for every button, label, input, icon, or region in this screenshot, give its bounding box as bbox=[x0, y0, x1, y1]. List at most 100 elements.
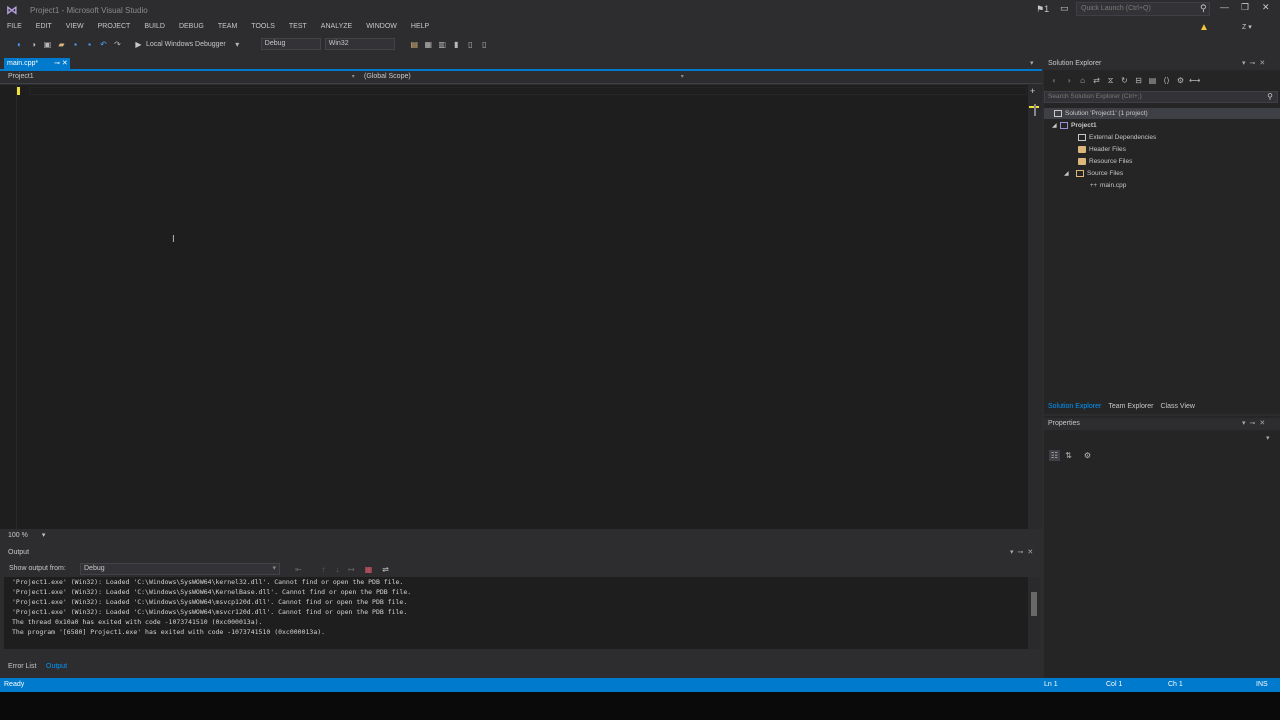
next-bookmark-icon[interactable]: ▯ bbox=[479, 39, 490, 50]
property-pages-icon[interactable]: ⚙ bbox=[1082, 450, 1093, 461]
sync-icon[interactable]: ⇄ bbox=[1091, 75, 1102, 86]
output-source-select[interactable]: Debug ▾ bbox=[80, 563, 280, 575]
close-tab-icon[interactable]: ✕ bbox=[62, 60, 68, 67]
save-icon[interactable]: ▪ bbox=[70, 39, 81, 50]
preview-icon[interactable]: ⟷ bbox=[1189, 75, 1200, 86]
menu-project[interactable]: PROJECT bbox=[98, 21, 131, 33]
home-icon[interactable]: ⌂ bbox=[1077, 75, 1088, 86]
tree-item-header-files[interactable]: Header Files bbox=[1078, 144, 1126, 156]
forward-icon[interactable]: ◑ bbox=[1063, 75, 1074, 86]
close-button[interactable]: ✕ bbox=[1262, 2, 1270, 13]
menu-view[interactable]: VIEW bbox=[66, 21, 84, 33]
object-select-dropdown-icon[interactable]: ▾ bbox=[1266, 434, 1270, 442]
menu-analyze[interactable]: ANALYZE bbox=[321, 21, 352, 33]
warning-icon[interactable]: ▲ bbox=[1199, 22, 1209, 33]
prev-bookmark-icon[interactable]: ▯ bbox=[465, 39, 476, 50]
panel-pin-icon[interactable]: ⊸ bbox=[1250, 59, 1256, 67]
tree-item-main-cpp[interactable]: ++ main.cpp bbox=[1090, 180, 1126, 192]
tree-item-project[interactable]: ◢ Project1 bbox=[1052, 120, 1097, 132]
project-scope-dropdown[interactable]: Project1 ▾ bbox=[8, 73, 355, 80]
expand-arrow-icon[interactable]: ◢ bbox=[1064, 168, 1072, 180]
code-editor[interactable] bbox=[0, 85, 1028, 529]
split-window-icon[interactable]: + bbox=[1030, 86, 1035, 96]
goto-message-icon[interactable]: ↦ bbox=[346, 564, 357, 575]
back-navigation-icon[interactable]: ◐ bbox=[14, 39, 25, 50]
search-icon[interactable]: ⚲ bbox=[1200, 3, 1207, 14]
panel-pin-icon[interactable]: ⊸ bbox=[1018, 548, 1024, 556]
open-file-icon[interactable]: ▰ bbox=[56, 39, 67, 50]
global-scope-dropdown[interactable]: (Global Scope) ▾ bbox=[364, 73, 684, 80]
panel-close-icon[interactable]: ✕ bbox=[1259, 59, 1265, 67]
alphabetical-icon[interactable]: ⇅ bbox=[1063, 450, 1074, 461]
menu-edit[interactable]: EDIT bbox=[36, 21, 52, 33]
view-code-icon[interactable]: ⟨⟩ bbox=[1161, 75, 1172, 86]
restore-button[interactable]: ❐ bbox=[1241, 2, 1249, 13]
save-all-icon[interactable]: ▪ bbox=[84, 39, 95, 50]
editor-vertical-scrollbar[interactable] bbox=[1028, 85, 1042, 529]
forward-navigation-icon[interactable]: ◑ bbox=[28, 39, 39, 50]
tree-item-resource-files[interactable]: Resource Files bbox=[1078, 156, 1132, 168]
menu-window[interactable]: WINDOW bbox=[366, 21, 397, 33]
tab-error-list[interactable]: Error List bbox=[8, 663, 36, 670]
comment-icon[interactable]: ▥ bbox=[437, 39, 448, 50]
panel-dropdown-icon[interactable]: ▾ bbox=[1242, 59, 1246, 67]
menu-help[interactable]: HELP bbox=[411, 21, 429, 33]
expand-arrow-icon[interactable]: ◢ bbox=[1052, 120, 1060, 132]
start-debugging-icon[interactable]: ▶ bbox=[133, 39, 144, 50]
tree-item-solution[interactable]: Solution 'Project1' (1 project) bbox=[1054, 108, 1148, 120]
tab-list-dropdown-icon[interactable]: ▾ bbox=[1030, 59, 1034, 67]
menu-file[interactable]: FILE bbox=[7, 21, 22, 33]
output-text-area[interactable]: 'Project1.exe' (Win32): Loaded 'C:\Windo… bbox=[4, 577, 1028, 649]
menu-test[interactable]: TEST bbox=[289, 21, 307, 33]
tab-output[interactable]: Output bbox=[46, 663, 67, 670]
search-icon[interactable]: ⚲ bbox=[1267, 92, 1273, 102]
show-all-files-icon[interactable]: ▤ bbox=[1147, 75, 1158, 86]
tree-item-external-dependencies[interactable]: External Dependencies bbox=[1078, 132, 1156, 144]
word-wrap-icon[interactable]: ⇌ bbox=[380, 564, 391, 575]
platform-select[interactable]: Win32 bbox=[324, 38, 395, 50]
new-project-icon[interactable]: ▣ bbox=[42, 39, 53, 50]
tree-item-source-files[interactable]: ◢ Source Files bbox=[1064, 168, 1123, 180]
configuration-select[interactable]: Debug bbox=[260, 38, 321, 50]
panel-dropdown-icon[interactable]: ▾ bbox=[1010, 548, 1014, 556]
notification-flag-icon[interactable]: ⚑1 bbox=[1036, 4, 1049, 15]
document-tab-main-cpp[interactable]: main.cpp* ⊸ ✕ bbox=[4, 58, 70, 69]
pending-changes-icon[interactable]: ⧖ bbox=[1105, 75, 1116, 86]
debugger-button[interactable]: Local Windows Debugger bbox=[146, 41, 226, 48]
menu-tools[interactable]: TOOLS bbox=[251, 21, 275, 33]
panel-dropdown-icon[interactable]: ▾ bbox=[1242, 419, 1246, 427]
scrollbar-thumb[interactable] bbox=[1034, 104, 1036, 116]
back-icon[interactable]: ◐ bbox=[1049, 75, 1060, 86]
panel-close-icon[interactable]: ✕ bbox=[1259, 419, 1265, 427]
prev-message-icon[interactable]: ↑ bbox=[318, 564, 329, 575]
panel-close-icon[interactable]: ✕ bbox=[1027, 548, 1033, 556]
next-message-icon[interactable]: ↓ bbox=[332, 564, 343, 575]
undo-icon[interactable]: ↶ bbox=[98, 39, 109, 50]
tab-team-explorer[interactable]: Team Explorer bbox=[1108, 403, 1153, 410]
tab-class-view[interactable]: Class View bbox=[1160, 403, 1195, 410]
folder-icon[interactable]: ▦ bbox=[423, 39, 434, 50]
categorized-icon[interactable]: ☷ bbox=[1049, 449, 1060, 461]
output-scrollbar-thumb[interactable] bbox=[1031, 592, 1037, 616]
menu-build[interactable]: BUILD bbox=[144, 21, 165, 33]
find-in-files-icon[interactable]: ▤ bbox=[409, 39, 420, 50]
menu-team[interactable]: TEAM bbox=[218, 21, 237, 33]
redo-icon[interactable]: ↷ bbox=[112, 39, 123, 50]
quick-launch-input[interactable]: Quick Launch (Ctrl+Q) bbox=[1076, 2, 1210, 16]
properties-icon[interactable]: ⚙ bbox=[1175, 75, 1186, 86]
debugger-dropdown-icon[interactable]: ▾ bbox=[232, 39, 243, 50]
collapse-all-icon[interactable]: ⊟ bbox=[1133, 75, 1144, 86]
minimize-button[interactable]: — bbox=[1220, 2, 1229, 12]
bookmark-icon[interactable]: ▮ bbox=[451, 39, 462, 50]
clear-all-icon[interactable]: ▦ bbox=[363, 564, 374, 575]
feedback-icon[interactable]: ▭ bbox=[1060, 3, 1069, 14]
refresh-icon[interactable]: ↻ bbox=[1119, 75, 1130, 86]
find-message-icon[interactable]: ⇤ bbox=[293, 564, 304, 575]
tab-solution-explorer[interactable]: Solution Explorer bbox=[1048, 403, 1101, 410]
pin-icon[interactable]: ⊸ bbox=[54, 60, 60, 67]
panel-pin-icon[interactable]: ⊸ bbox=[1250, 419, 1256, 427]
menu-debug[interactable]: DEBUG bbox=[179, 21, 204, 33]
zoom-level-select[interactable]: 100 % ▾ bbox=[8, 531, 45, 539]
solution-explorer-search-input[interactable]: Search Solution Explorer (Ctrl+;) ⚲ bbox=[1044, 91, 1278, 103]
user-account-button[interactable]: Z ▾ bbox=[1242, 23, 1252, 31]
